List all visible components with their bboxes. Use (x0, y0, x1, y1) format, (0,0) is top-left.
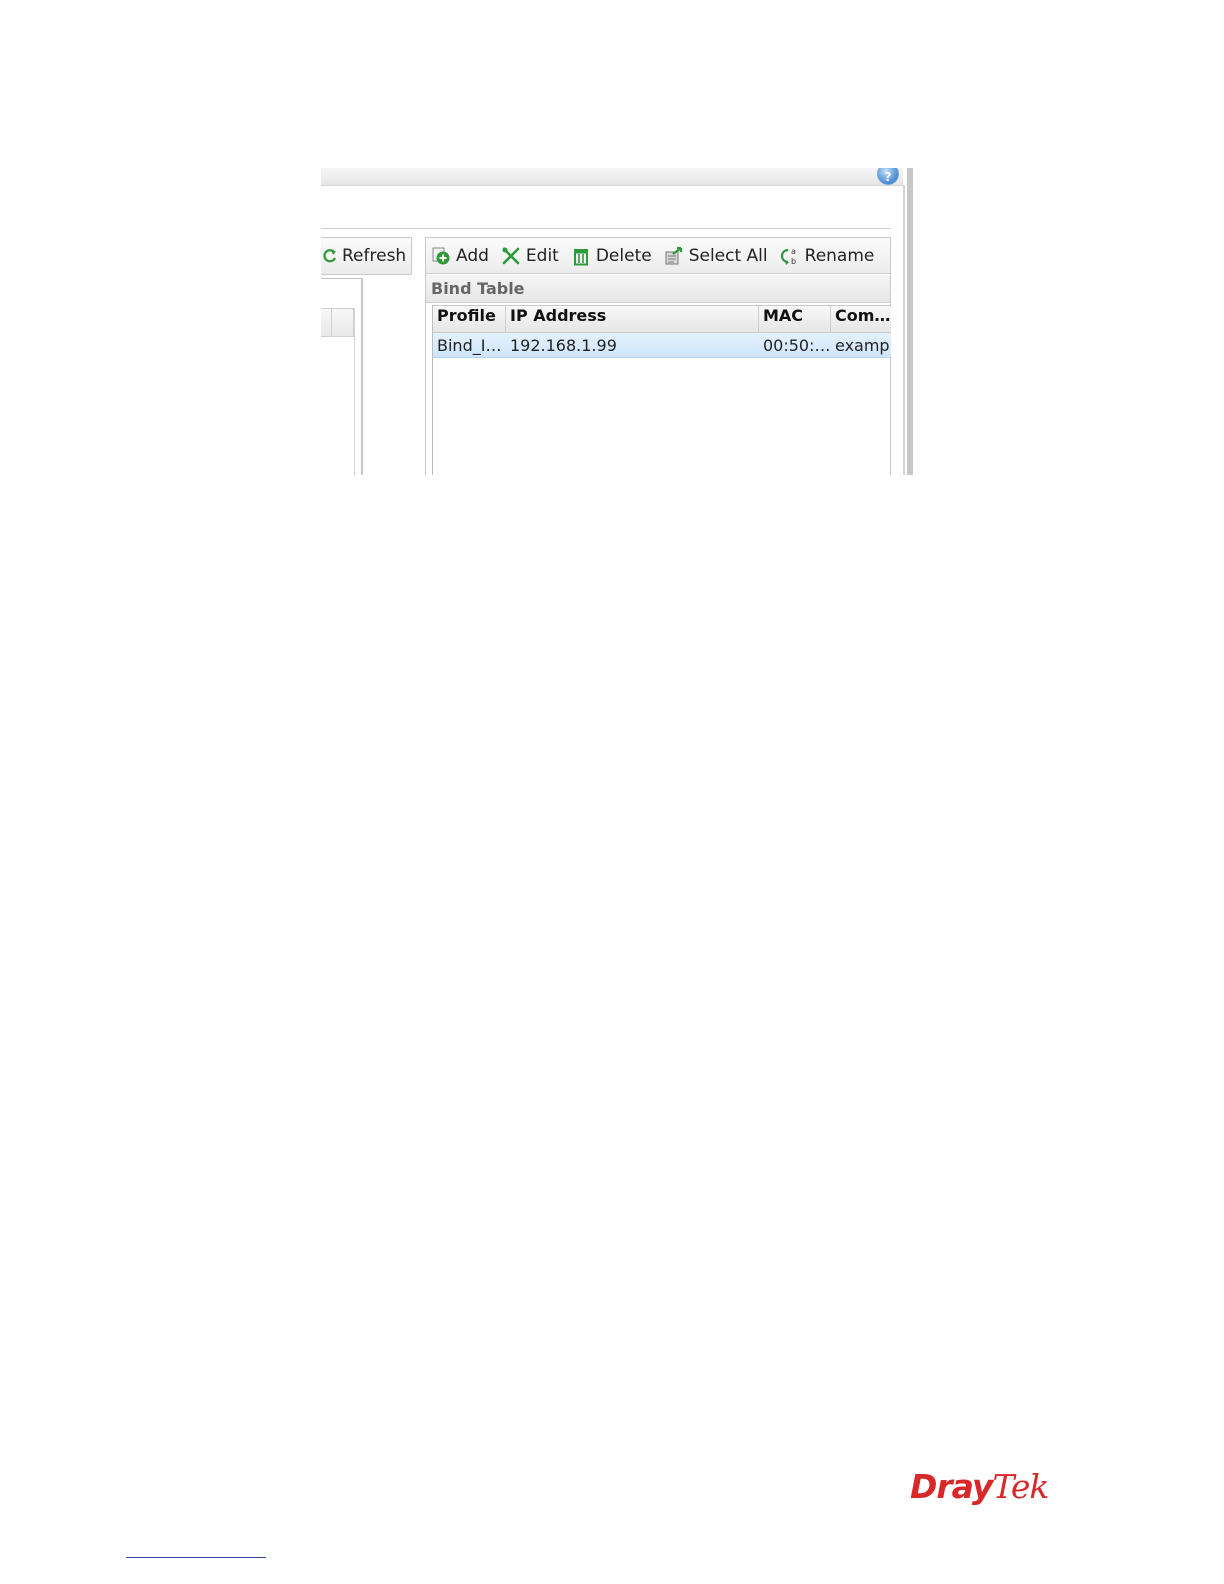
column-header-comment[interactable]: Com… (831, 306, 891, 333)
window-titlebar (321, 168, 903, 186)
bind-table: Profile IP Address MAC Com… Bind_I… 192.… (432, 305, 891, 475)
column-header-ip-address[interactable]: IP Address (506, 306, 759, 333)
logo-part-tek: Tek (992, 1467, 1049, 1506)
bind-panel: Add Edit Delete Select All a b Rename Bi… (425, 237, 891, 475)
left-grid-header (321, 308, 354, 337)
rename-icon: a b (780, 247, 796, 266)
select-all-label: Select All (688, 245, 768, 266)
footer-link-underline (126, 1557, 266, 1558)
svg-text:b: b (791, 257, 796, 266)
rename-button[interactable]: a b Rename (780, 245, 875, 266)
left-grid-scrollbar-edge (354, 308, 355, 475)
select-all-button[interactable]: Select All (664, 246, 768, 266)
window-right-border (903, 185, 905, 475)
trash-icon (573, 248, 588, 265)
edit-label: Edit (525, 245, 559, 266)
left-panel-border (321, 278, 363, 279)
logo-part-dray: Dray (910, 1467, 993, 1506)
add-button[interactable]: Add (431, 246, 489, 266)
window-scrollbar-edge (907, 168, 913, 475)
column-header-profile[interactable]: Profile (433, 306, 506, 333)
content-divider (321, 228, 891, 229)
delete-button[interactable]: Delete (571, 246, 652, 266)
select-all-icon (665, 246, 682, 264)
edit-icon (502, 247, 520, 264)
table-row[interactable]: Bind_I… 192.168.1.99 00:50:… exampl (433, 333, 891, 358)
left-panel-edge (361, 278, 363, 475)
refresh-button[interactable]: Refresh (321, 237, 412, 275)
svg-text:a: a (791, 247, 796, 256)
bind-table-header: Profile IP Address MAC Com… (433, 305, 891, 333)
refresh-icon (323, 249, 337, 263)
delete-label: Delete (595, 245, 652, 266)
draytek-logo: DrayTek (910, 1467, 1049, 1506)
cell-comment: exampl (835, 336, 891, 355)
edit-button[interactable]: Edit (501, 246, 559, 266)
left-grid-column-separator (331, 309, 332, 337)
screenshot-crop: ? Refresh Add Edit Delete Select All a b… (321, 168, 913, 475)
add-label: Add (456, 245, 489, 266)
cell-mac: 00:50:… (763, 336, 831, 355)
rename-label: Rename (804, 245, 875, 266)
column-header-mac[interactable]: MAC (759, 306, 831, 333)
bind-toolbar: Add Edit Delete Select All a b Rename (426, 238, 890, 274)
refresh-label: Refresh (342, 246, 407, 266)
bind-table-title: Bind Table (426, 275, 890, 303)
add-icon (432, 247, 450, 264)
cell-profile: Bind_I… (437, 336, 502, 355)
cell-ip-address: 192.168.1.99 (510, 336, 617, 355)
